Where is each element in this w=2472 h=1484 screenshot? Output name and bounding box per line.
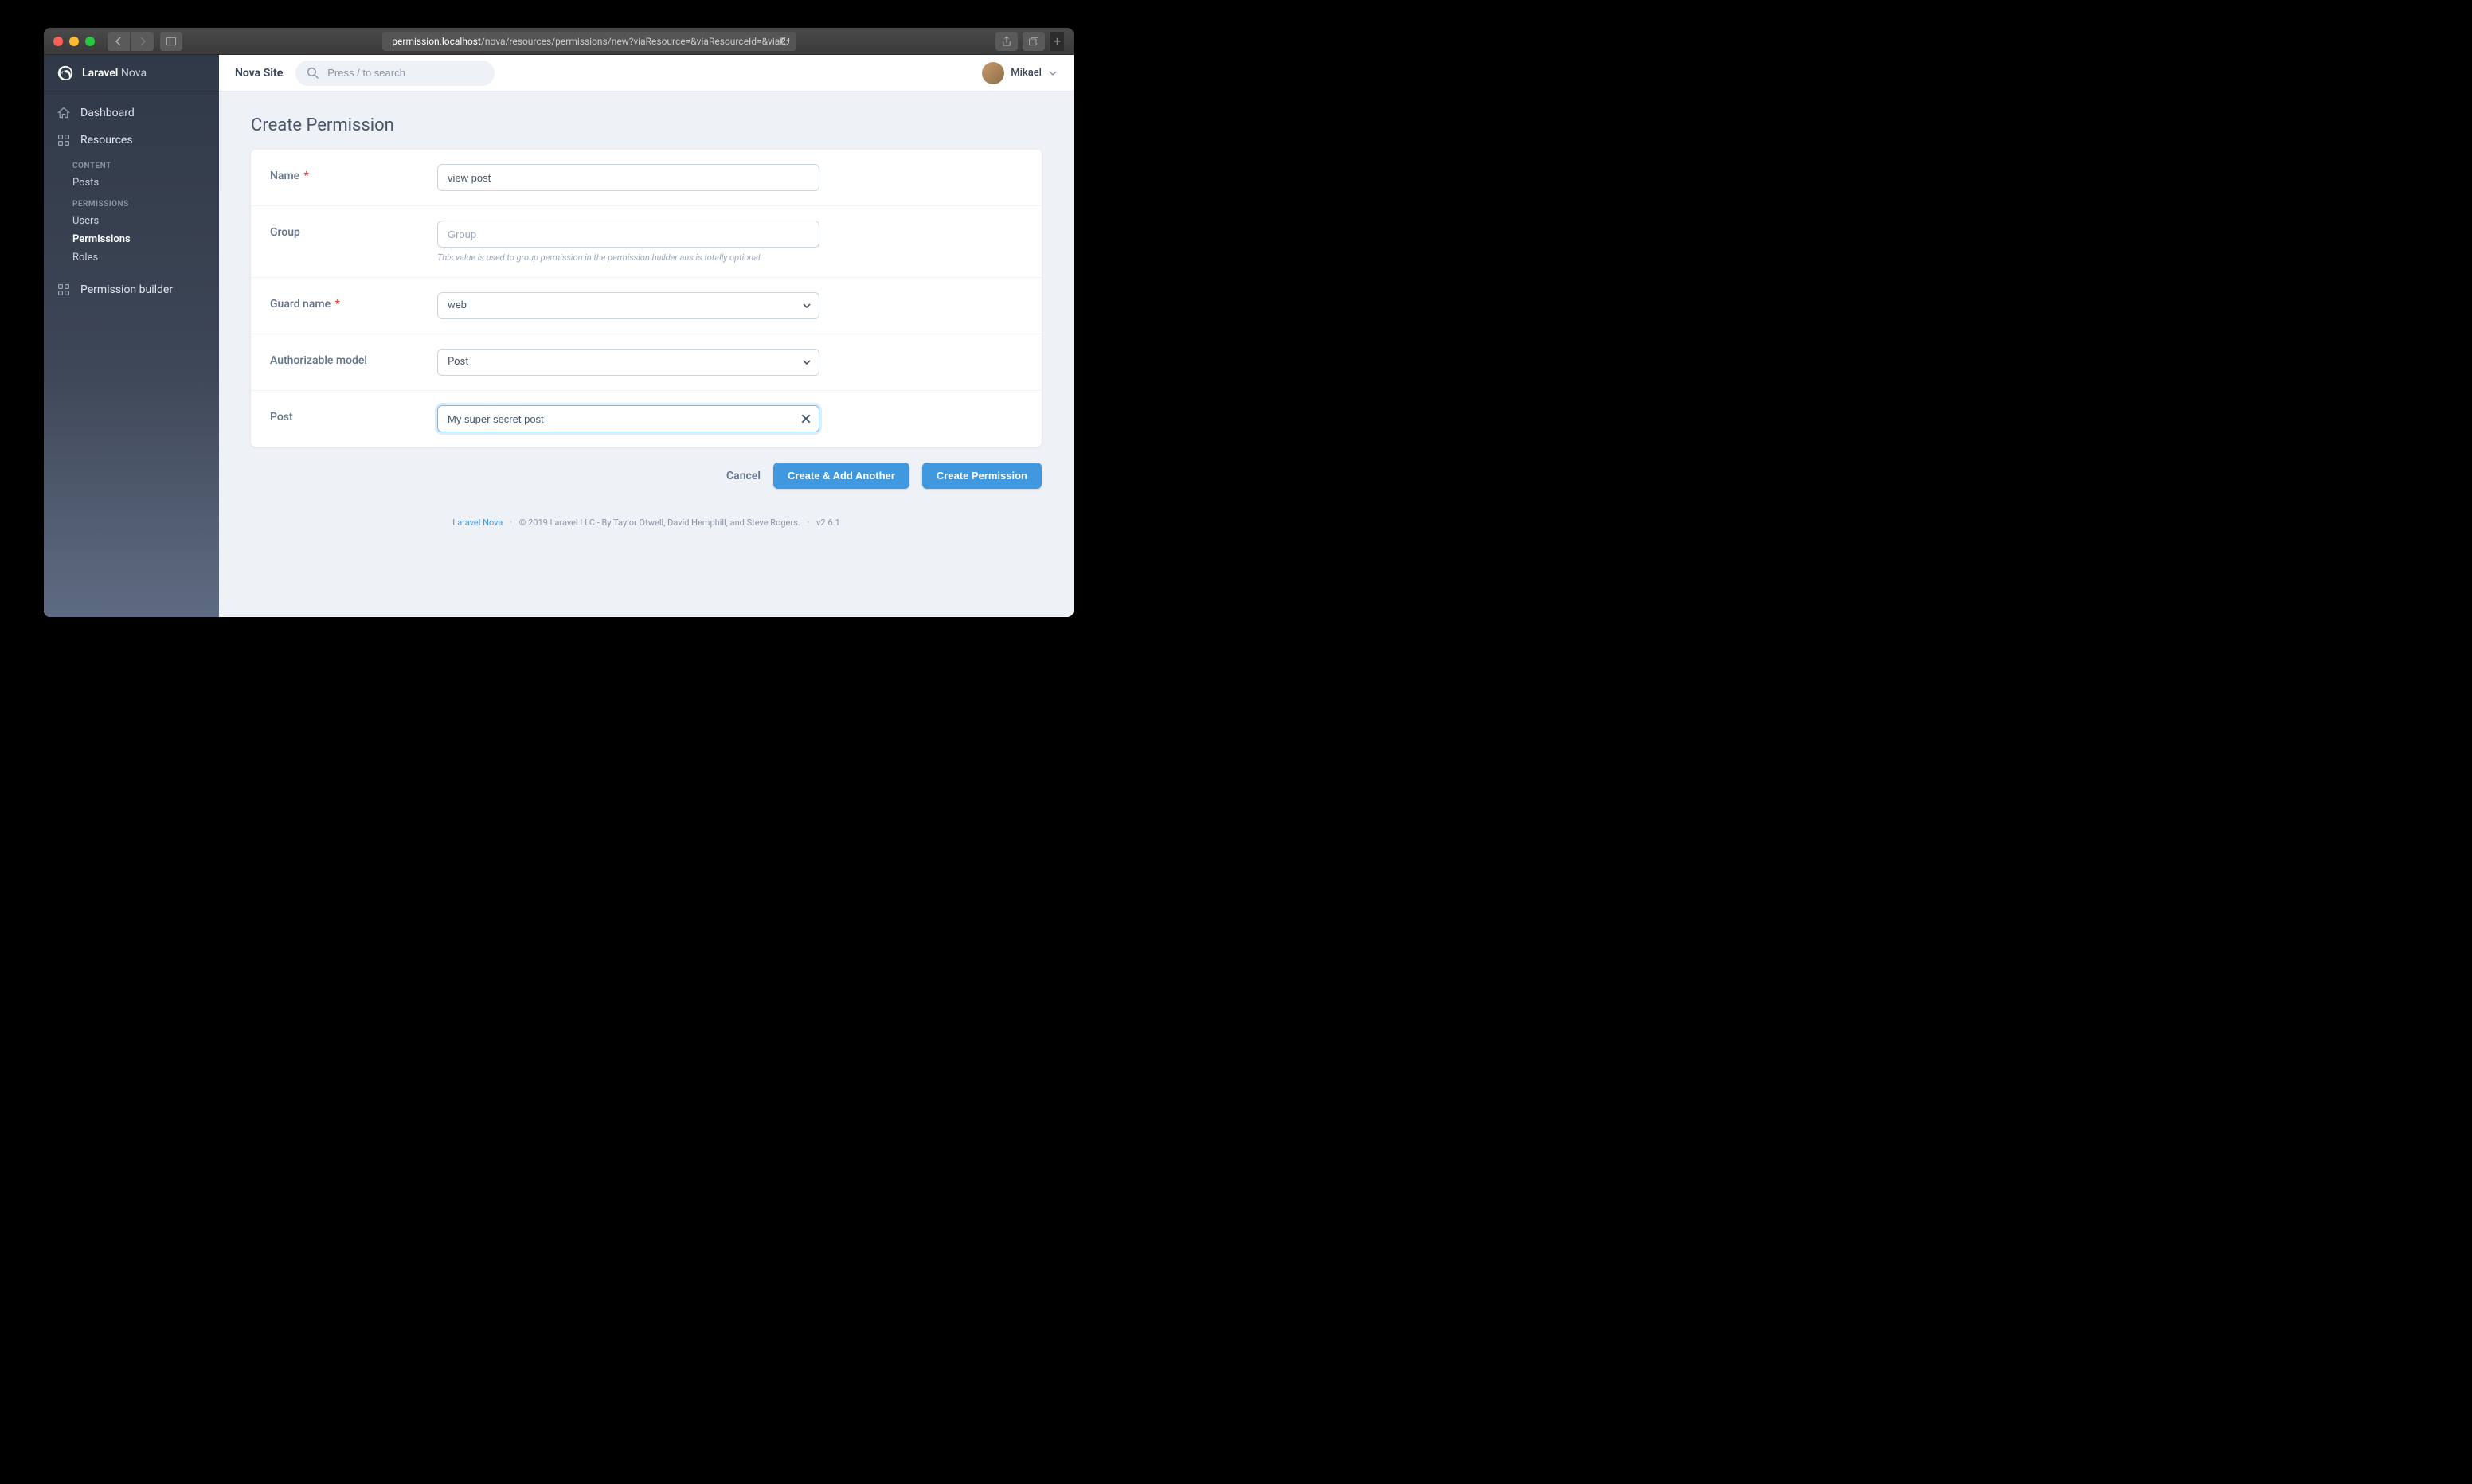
sidebar-item-roles[interactable]: Roles [44, 248, 219, 267]
guard-select[interactable]: web [437, 292, 819, 319]
form-card: Name * Group This value is used to group… [251, 150, 1042, 447]
page-title: Create Permission [251, 115, 1042, 135]
sidebar-label-dashboard: Dashboard [80, 107, 135, 119]
user-menu[interactable]: Mikael [982, 62, 1058, 84]
form-row-guard: Guard name * web [251, 278, 1042, 334]
group-help: This value is used to group permission i… [437, 252, 819, 263]
minimize-window-button[interactable] [69, 37, 79, 46]
brand[interactable]: Laravel Nova [44, 55, 219, 92]
browser-titlebar: permission.localhost/nova/resources/perm… [44, 28, 1074, 55]
search-input[interactable] [327, 67, 483, 79]
sidebar-label-permission-builder: Permission builder [80, 283, 173, 296]
form-row-group: Group This value is used to group permis… [251, 206, 1042, 278]
post-combo-input[interactable] [437, 405, 819, 432]
form-row-name: Name * [251, 150, 1042, 206]
create-add-another-button[interactable]: Create & Add Another [773, 463, 909, 489]
maximize-window-button[interactable] [85, 37, 95, 46]
browser-back-button[interactable] [108, 32, 130, 51]
browser-sidebar-button[interactable] [160, 32, 182, 51]
cancel-button[interactable]: Cancel [726, 470, 761, 482]
main: Nova Site Mikael Create Permission [219, 55, 1074, 617]
label-name: Name * [270, 164, 437, 182]
browser-share-button[interactable] [995, 32, 1018, 51]
footer-version: v2.6.1 [816, 517, 840, 528]
sidebar: Laravel Nova Dashboard Resources CONTENT… [44, 55, 219, 617]
user-name: Mikael [1011, 67, 1042, 79]
footer-link[interactable]: Laravel Nova [452, 517, 503, 528]
sidebar-item-permissions[interactable]: Permissions [44, 230, 219, 248]
avatar [982, 62, 1004, 84]
reload-icon[interactable] [780, 37, 790, 46]
close-window-button[interactable] [53, 37, 63, 46]
label-guard: Guard name * [270, 292, 437, 310]
home-icon [57, 106, 71, 120]
sidebar-label-resources: Resources [80, 134, 133, 146]
sidebar-item-dashboard[interactable]: Dashboard [44, 100, 219, 127]
sidebar-item-resources[interactable]: Resources [44, 127, 219, 154]
search-icon [307, 67, 319, 80]
browser-url-bar[interactable]: permission.localhost/nova/resources/perm… [382, 32, 796, 51]
label-model: Authorizable model [270, 349, 437, 367]
topbar: Nova Site Mikael [219, 55, 1074, 92]
group-input[interactable] [437, 221, 819, 248]
clear-icon[interactable] [800, 413, 812, 424]
grid-icon [57, 283, 71, 297]
browser-url-text: permission.localhost/nova/resources/perm… [392, 36, 785, 47]
chevron-down-icon [1048, 68, 1058, 78]
label-post: Post [270, 405, 437, 424]
footer-copy: © 2019 Laravel LLC - By Taylor Otwell, D… [519, 517, 800, 528]
sidebar-group-permissions: PERMISSIONS [44, 192, 219, 212]
grid-icon [57, 133, 71, 147]
sidebar-item-permission-builder[interactable]: Permission builder [44, 276, 219, 303]
window-controls [53, 37, 95, 46]
content: Create Permission Name * Group [219, 92, 1074, 560]
sidebar-item-posts[interactable]: Posts [44, 174, 219, 192]
footer: Laravel Nova · © 2019 Laravel LLC - By T… [251, 517, 1042, 528]
site-name: Nova Site [235, 67, 283, 80]
form-actions: Cancel Create & Add Another Create Permi… [251, 447, 1042, 505]
model-select[interactable]: Post [437, 349, 819, 376]
browser-newtab-button[interactable]: + [1050, 32, 1064, 51]
browser-forward-button[interactable] [131, 32, 154, 51]
brand-logo-icon [57, 64, 74, 82]
name-input[interactable] [437, 164, 819, 191]
brand-text: Laravel Nova [82, 67, 147, 80]
browser-tabs-button[interactable] [1023, 32, 1045, 51]
label-group: Group [270, 221, 437, 239]
form-row-post: Post [251, 391, 1042, 447]
form-row-model: Authorizable model Post [251, 334, 1042, 391]
search-box[interactable] [295, 61, 495, 86]
create-button[interactable]: Create Permission [922, 463, 1042, 489]
sidebar-item-users[interactable]: Users [44, 212, 219, 230]
browser-window: permission.localhost/nova/resources/perm… [44, 28, 1074, 617]
app-viewport: Laravel Nova Dashboard Resources CONTENT… [44, 55, 1074, 617]
sidebar-group-content: CONTENT [44, 154, 219, 174]
